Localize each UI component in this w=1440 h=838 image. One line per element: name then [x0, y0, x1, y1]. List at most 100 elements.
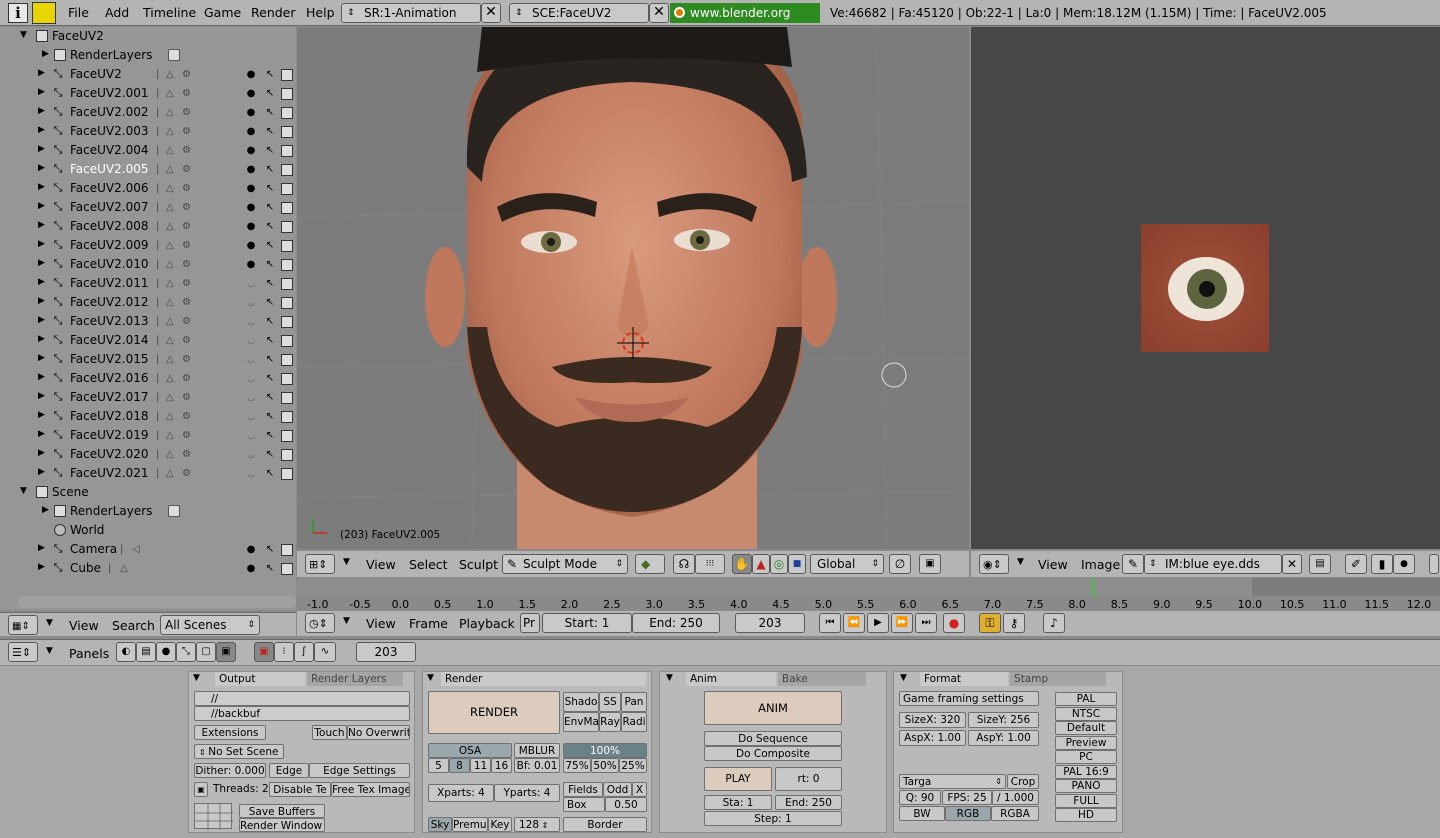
resolution-75-button[interactable]: 75% [563, 758, 591, 773]
osa-5-button[interactable]: 5 [428, 758, 449, 773]
outliner-object[interactable]: ▶ ⤡ FaceUV2.009 | △ ⚙ ● ↖ [0, 236, 296, 255]
menu-add[interactable]: Add [105, 5, 129, 20]
outliner-object[interactable]: ▶ ⤡ FaceUV2.004 | △ ⚙ ● ↖ [0, 141, 296, 160]
renderable-icon[interactable] [281, 88, 293, 100]
visibility-eye-icon[interactable]: ● [245, 563, 257, 575]
aspx-field[interactable]: AspX: 1.00 [899, 730, 966, 746]
outliner-object[interactable]: ▶ ⤡ FaceUV2.019 | △ ⚙ ◡ ↖ [0, 426, 296, 445]
current-frame-marker[interactable] [1092, 578, 1094, 596]
renderable-icon[interactable] [281, 544, 293, 556]
visibility-eye-icon[interactable]: ● [245, 183, 257, 195]
visibility-eye-icon[interactable]: ◡ [245, 278, 257, 290]
expand-icon[interactable]: ▶ [38, 220, 45, 230]
expand-icon[interactable]: ▶ [42, 49, 49, 59]
game-framing-button[interactable]: Game framing settings [899, 691, 1039, 706]
x-toggle[interactable]: X [632, 782, 647, 797]
outliner-renderlayers[interactable]: ▶ RenderLayers [0, 46, 296, 65]
collapse-header-icon[interactable]: ▼ [46, 646, 53, 656]
script-icon[interactable]: ▤ [136, 642, 156, 662]
renderable-icon[interactable] [281, 335, 293, 347]
selectable-arrow-icon[interactable]: ↖ [264, 430, 276, 442]
screen-selector[interactable]: SR:1-Animation ⇕ [341, 3, 481, 23]
do-composite-toggle[interactable]: Do Composite [704, 746, 842, 761]
collapse-panel-icon[interactable]: ▼ [666, 673, 673, 683]
image-view-menu[interactable]: View [1038, 557, 1068, 572]
image-draw-icon[interactable]: ▮ [1371, 554, 1393, 574]
expand-icon[interactable]: ▶ [38, 467, 45, 477]
editing-icon[interactable]: ▢ [196, 642, 216, 662]
expand-icon[interactable]: ▶ [38, 429, 45, 439]
renderable-icon[interactable] [281, 202, 293, 214]
visibility-eye-icon[interactable]: ● [245, 107, 257, 119]
menu-file[interactable]: File [68, 5, 89, 20]
renderable-icon[interactable] [281, 373, 293, 385]
visibility-eye-icon[interactable]: ◡ [245, 354, 257, 366]
selectable-arrow-icon[interactable]: ↖ [264, 107, 276, 119]
record-icon[interactable]: ● [943, 613, 965, 633]
renderable-icon[interactable] [281, 468, 293, 480]
fields-toggle[interactable]: Fields [563, 782, 603, 797]
expand-icon[interactable]: ▶ [38, 87, 45, 97]
visibility-eye-icon[interactable]: ◡ [245, 373, 257, 385]
expand-icon[interactable]: ▶ [38, 239, 45, 249]
format-preset-button[interactable]: NTSC [1055, 706, 1117, 721]
extensions-button[interactable]: Extensions [194, 725, 266, 740]
renderable-icon[interactable] [281, 259, 293, 271]
fps-divisor-field[interactable]: / 1.000 [992, 790, 1039, 805]
expand-icon[interactable]: ▶ [38, 372, 45, 382]
renderable-icon[interactable] [281, 316, 293, 328]
selectable-arrow-icon[interactable]: ↖ [264, 221, 276, 233]
collapse-header-icon[interactable]: ▼ [343, 616, 350, 626]
selectable-arrow-icon[interactable]: ↖ [264, 202, 276, 214]
premul-toggle[interactable]: Premul [452, 817, 488, 832]
collapse-icon[interactable]: ▼ [20, 486, 27, 496]
scene-icon[interactable]: ▣ [216, 642, 236, 662]
jump-end-icon[interactable]: ⏭ [915, 613, 937, 633]
preview-range-toggle[interactable]: Pr [520, 613, 540, 633]
renderable-icon[interactable] [281, 354, 293, 366]
end-field[interactable]: End: 250 [775, 795, 842, 810]
mblur-toggle[interactable]: MBLUR [514, 743, 560, 758]
key-icon[interactable]: ⚷ [1003, 613, 1025, 633]
pano-toggle[interactable]: Pan [621, 692, 647, 712]
menu-timeline[interactable]: Timeline [143, 5, 196, 20]
timeline[interactable]: -1.0 -0.5 0.0 0.5 1.0 1.5 2.0 2.5 3.0 3.5 4.0 4.5 5.… [297, 578, 1440, 611]
image-image-menu[interactable]: Image [1081, 557, 1120, 572]
uv-image-editor[interactable] [971, 27, 1440, 549]
expand-icon[interactable]: ▶ [38, 258, 45, 268]
outliner-object[interactable]: ▶ ⤡ FaceUV2.021 | △ ⚙ ◡ ↖ [0, 464, 296, 483]
outliner-world[interactable]: World [0, 521, 296, 540]
outliner-renderlayers-2[interactable]: ▶ RenderLayers [0, 502, 296, 521]
editor-type-menu[interactable]: ☰⇕ [8, 642, 38, 662]
visibility-eye-icon[interactable]: ● [245, 240, 257, 252]
outliner-object[interactable]: ▶ ⤡ FaceUV2.018 | △ ⚙ ◡ ↖ [0, 407, 296, 426]
renderlayer-settings-icon[interactable] [168, 505, 180, 517]
3d-viewport[interactable]: (203) FaceUV2.005 [297, 27, 969, 549]
jump-start-icon[interactable]: ⏮ [819, 613, 841, 633]
odd-toggle[interactable]: Odd [603, 782, 632, 797]
visibility-eye-icon[interactable]: ● [245, 259, 257, 271]
sizey-field[interactable]: SizeY: 256 [968, 712, 1039, 728]
visibility-eye-icon[interactable]: ● [245, 164, 257, 176]
buttons-frame-field[interactable]: 203 [356, 642, 416, 662]
format-preset-button[interactable]: Default [1055, 721, 1117, 735]
jump-prev-key-icon[interactable]: ⏪ [843, 613, 865, 633]
anim-button[interactable]: ANIM [704, 691, 842, 725]
renderable-icon[interactable] [281, 449, 293, 461]
ray-toggle[interactable]: Ray [599, 712, 621, 732]
outliner-object[interactable]: ▶ ⤡ FaceUV2.006 | △ ⚙ ● ↖ [0, 179, 296, 198]
visibility-eye-icon[interactable]: ● [245, 88, 257, 100]
audio-scrub-icon[interactable]: ♪ [1043, 613, 1065, 633]
outliner-object[interactable]: ▶ ⤡ FaceUV2.002 | △ ⚙ ● ↖ [0, 103, 296, 122]
image-close-button[interactable]: ✕ [1282, 554, 1302, 574]
sizex-field[interactable]: SizeX: 320 [899, 712, 966, 728]
render-window-selector[interactable]: Render Window ⇕ [239, 818, 325, 832]
format-preset-button[interactable]: HD [1055, 808, 1117, 822]
render-button[interactable]: RENDER [428, 691, 560, 734]
rt-field[interactable]: rt: 0 [775, 767, 842, 791]
start-frame-field[interactable]: Start: 1 [542, 613, 632, 633]
image-dot-icon[interactable]: ● [1393, 554, 1415, 574]
outliner-scene-filter[interactable]: All Scenes ⇕ [160, 615, 260, 635]
do-sequence-toggle[interactable]: Do Sequence [704, 731, 842, 746]
image-selector[interactable]: ⇕ IM:blue eye.dds [1144, 554, 1282, 574]
